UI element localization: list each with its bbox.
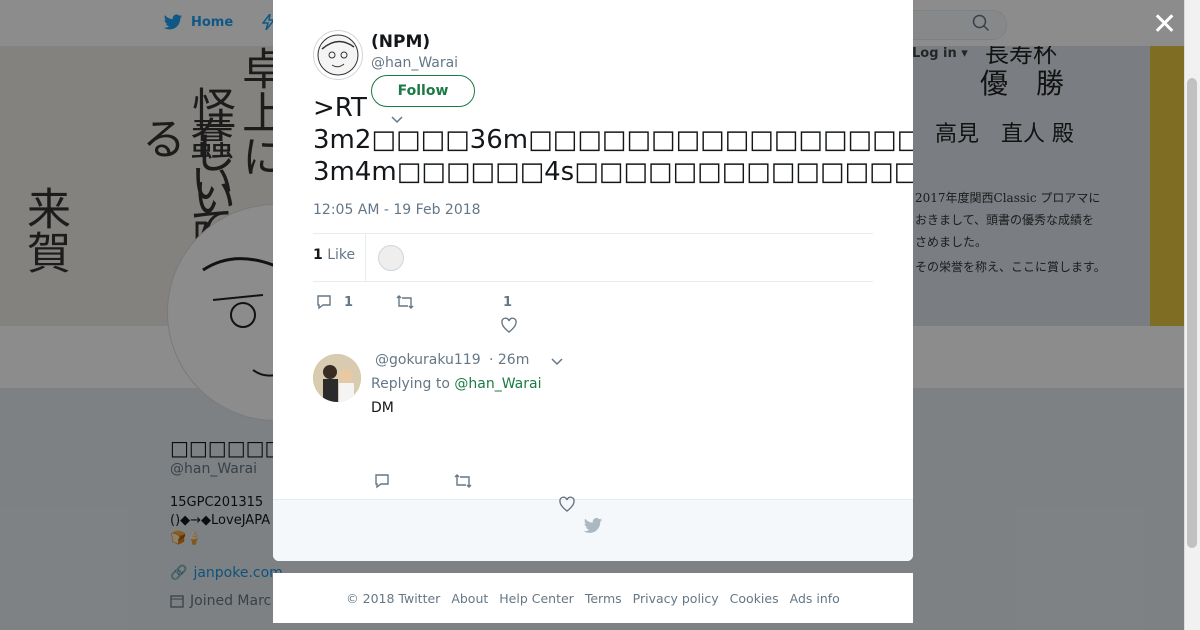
footer-ads-info-link[interactable]: Ads info	[790, 591, 840, 606]
likes-count[interactable]: 1 Like	[313, 247, 355, 263]
retweet-icon[interactable]	[395, 293, 415, 311]
reply-reply-icon[interactable]	[373, 472, 391, 490]
replying-to: Replying to @han_Warai	[371, 376, 541, 392]
tweet-permalink-modal: (NPM) @han_Warai >RT 3m2□□□□36m□□□□□□□□□…	[273, 0, 913, 561]
reply-author-handle[interactable]: @gokuraku119	[375, 352, 481, 368]
reply-count: 1	[344, 295, 354, 310]
scrollbar-thumb[interactable]	[1187, 78, 1197, 548]
author-avatar[interactable]	[313, 30, 363, 80]
reply-author-avatar[interactable]	[313, 354, 361, 402]
reply-heart-icon[interactable]	[558, 496, 576, 513]
stats-divider	[365, 234, 366, 281]
likes-count-number: 1	[313, 247, 323, 263]
site-footer: © 2018 Twitter About Help Center Terms P…	[273, 573, 913, 623]
follow-button[interactable]: Follow	[371, 75, 475, 107]
tweet-text-line-2: 3m2□□□□36m□□□□□□□□□□□□□□□□1m□□□□□□□□□□□□…	[313, 125, 913, 155]
replying-to-handle[interactable]: @han_Warai	[454, 376, 541, 392]
twitter-bird-footer-icon	[583, 518, 603, 533]
reply-time[interactable]: · 26m	[489, 352, 529, 368]
author-name[interactable]: (NPM)	[371, 32, 430, 52]
tweet-timestamp[interactable]: 12:05 AM - 19 Feb 2018	[313, 202, 481, 218]
replying-prefix: Replying to	[371, 376, 450, 392]
footer-about-link[interactable]: About	[451, 591, 488, 606]
close-icon[interactable]: ✕	[1152, 10, 1177, 40]
reply-icon[interactable]	[315, 293, 333, 311]
author-avatar-image	[317, 34, 359, 76]
heart-icon[interactable]	[500, 317, 518, 334]
liker-avatar[interactable]	[378, 245, 404, 271]
chevron-down-icon[interactable]	[390, 112, 404, 126]
reply-avatar-image	[313, 354, 361, 402]
reply-retweet-icon[interactable]	[453, 472, 473, 490]
author-handle[interactable]: @han_Warai	[371, 55, 458, 71]
reply-text: DM	[371, 400, 394, 416]
modal-footer	[273, 499, 913, 561]
footer-terms-link[interactable]: Terms	[585, 591, 622, 606]
tweet-text-line-3: 3m4m□□□□□□4s□□□□□□□□□□□□□□□□□□□□□□6m□□□□…	[313, 157, 913, 187]
reply-chevron-down-icon[interactable]	[550, 354, 564, 368]
footer-help-center-link[interactable]: Help Center	[499, 591, 574, 606]
like-count: 1	[503, 295, 513, 310]
tweet-stats: 1 Like	[313, 233, 873, 282]
footer-privacy-link[interactable]: Privacy policy	[633, 591, 719, 606]
footer-copyright: © 2018 Twitter	[346, 590, 441, 606]
likes-label: Like	[327, 247, 356, 263]
footer-cookies-link[interactable]: Cookies	[730, 591, 779, 606]
